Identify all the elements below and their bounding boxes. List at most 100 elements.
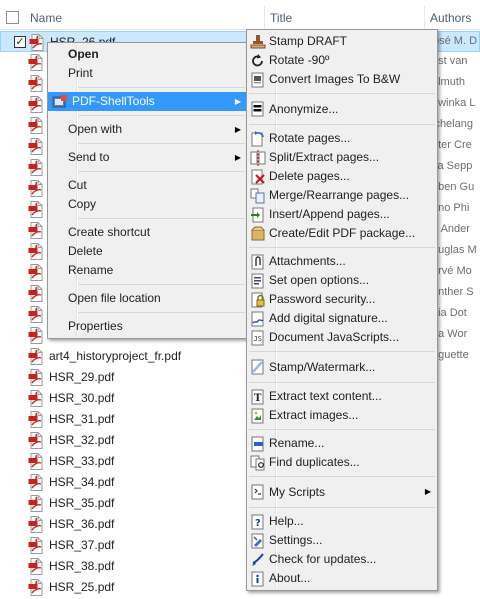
file-name: HSR_37.pdf	[49, 538, 115, 552]
menu-item-rename[interactable]: Rename	[48, 261, 247, 280]
svg-text:T: T	[254, 393, 262, 404]
menu-item-print[interactable]: Print	[48, 64, 247, 83]
submenu-item-extract-images[interactable]: Extract images...	[247, 406, 437, 425]
menu-item-label: Properties	[68, 319, 123, 333]
submenu-item-label: Stamp/Watermark...	[269, 360, 376, 374]
submenu-item-help[interactable]: ? Help...	[247, 512, 437, 531]
file-author: osé M. D	[433, 35, 478, 47]
split-icon	[250, 150, 266, 166]
submenu-item-attachments[interactable]: Attachments...	[247, 252, 437, 271]
menu-item-properties[interactable]: Properties	[48, 317, 247, 336]
pdf-file-icon	[28, 474, 44, 491]
menu-separator	[48, 308, 247, 317]
submenu-item-about[interactable]: About...	[247, 569, 437, 588]
pdf-file-icon	[28, 201, 44, 218]
menu-item-delete[interactable]: Delete	[48, 242, 247, 261]
submenu-item-my-scripts[interactable]: My Scripts ▶	[247, 481, 437, 503]
row-checkbox[interactable]: ✓	[14, 36, 26, 48]
submenu-item-label: Add digital signature...	[269, 311, 388, 325]
submenu-item-stamp-draft[interactable]: Stamp DRAFT	[247, 32, 437, 51]
pdf-file-icon	[28, 96, 44, 113]
menu-separator	[247, 472, 437, 481]
pdf-shelltools-submenu: Stamp DRAFT Rotate -90º Convert Images To …	[246, 29, 438, 591]
menu-item-create-shortcut[interactable]: Create shortcut	[48, 223, 247, 242]
context-menu: Open Print PDF-ShellTools ▶ Open with ▶ Send t…	[47, 42, 248, 339]
delete-pages-icon	[250, 169, 266, 185]
submenu-item-label: Check for updates...	[269, 552, 377, 566]
submenu-arrow-icon: ▶	[234, 97, 241, 106]
open-options-icon	[250, 273, 266, 289]
file-author: ka Sepp	[432, 160, 473, 172]
svg-text:JS: JS	[254, 335, 262, 343]
package-icon	[250, 226, 266, 242]
submenu-item-rotate-90[interactable]: Rotate -90º	[247, 51, 437, 70]
menu-item-label: Send to	[68, 150, 110, 164]
submenu-item-set-open-options[interactable]: Set open options...	[247, 271, 437, 290]
extract-images-icon	[250, 408, 266, 424]
menu-item-copy[interactable]: Copy	[48, 195, 247, 214]
submenu-item-find-duplicates[interactable]: Find duplicates...	[247, 453, 437, 472]
pdf-file-icon	[28, 495, 44, 512]
pdf-file-icon	[28, 285, 44, 302]
menu-separator	[48, 280, 247, 289]
pdf-file-icon	[28, 54, 44, 71]
submenu-item-delete-pages[interactable]: Delete pages...	[247, 167, 437, 186]
menu-item-open[interactable]: Open	[48, 45, 247, 64]
column-title[interactable]: Title	[270, 11, 292, 25]
menu-item-cut[interactable]: Cut	[48, 176, 247, 195]
submenu-item-rotate-pages[interactable]: Rotate pages...	[247, 129, 437, 148]
submenu-item-convert-images-to-b-w[interactable]: Convert Images To B&W	[247, 70, 437, 89]
column-authors[interactable]: Authors	[430, 11, 471, 25]
column-name[interactable]: Name	[30, 11, 62, 25]
menu-item-pdf-shelltools[interactable]: PDF-ShellTools ▶	[48, 92, 247, 111]
pdf-file-icon	[28, 327, 44, 344]
menu-item-label: Open with	[68, 122, 123, 136]
column-divider[interactable]	[424, 6, 425, 28]
submenu-item-anonymize[interactable]: Anonymize...	[247, 98, 437, 120]
menu-separator	[48, 167, 247, 176]
menu-item-label: Cut	[68, 178, 87, 192]
submenu-item-settings[interactable]: Settings...	[247, 531, 437, 550]
file-name: HSR_38.pdf	[49, 559, 115, 573]
submenu-item-label: Rename...	[269, 436, 325, 450]
submenu-item-label: Rotate pages...	[269, 131, 351, 145]
submenu-item-rename[interactable]: Rename...	[247, 434, 437, 453]
pdf-file-icon	[29, 34, 45, 51]
submenu-item-insert-append-pages[interactable]: Insert/Append pages...	[247, 205, 437, 224]
menu-item-send-to[interactable]: Send to ▶	[48, 148, 247, 167]
submenu-item-merge-rearrange-pages[interactable]: Merge/Rearrange pages...	[247, 186, 437, 205]
submenu-item-password-security[interactable]: Password security...	[247, 290, 437, 309]
menu-item-label: Create shortcut	[68, 225, 151, 239]
pdf-file-icon	[28, 411, 44, 428]
menu-item-label: Delete	[68, 244, 103, 258]
submenu-item-extract-text-content[interactable]: T Extract text content...	[247, 387, 437, 406]
bw-convert-icon	[250, 72, 266, 88]
menu-separator	[247, 425, 437, 434]
select-all-checkbox[interactable]	[6, 11, 19, 24]
menu-item-open-file-location[interactable]: Open file location	[48, 289, 247, 308]
submenu-item-add-digital-signature[interactable]: Add digital signature...	[247, 309, 437, 328]
file-author: ünther S	[432, 286, 474, 298]
submenu-item-stamp-watermark[interactable]: Stamp/Watermark...	[247, 356, 437, 378]
pdf-file-icon	[28, 348, 44, 365]
about-icon	[250, 571, 266, 587]
pdf-file-icon	[28, 453, 44, 470]
pdf-file-icon	[28, 222, 44, 239]
pdf-file-icon	[28, 264, 44, 281]
merge-icon	[250, 188, 266, 204]
submenu-item-create-edit-pdf-package[interactable]: Create/Edit PDF package...	[247, 224, 437, 243]
pdf-file-icon	[28, 180, 44, 197]
submenu-arrow-icon: ▶	[424, 487, 431, 496]
submenu-item-document-javascripts[interactable]: JS Document JavaScripts...	[247, 328, 437, 347]
menu-item-open-with[interactable]: Open with ▶	[48, 120, 247, 139]
submenu-item-split-extract-pages[interactable]: Split/Extract pages...	[247, 148, 437, 167]
submenu-item-check-for-updates[interactable]: Check for updates...	[247, 550, 437, 569]
menu-item-label: PDF-ShellTools	[72, 94, 155, 108]
file-name: HSR_35.pdf	[49, 496, 115, 510]
insert-icon	[250, 207, 266, 223]
rotate-icon	[250, 53, 266, 69]
column-divider[interactable]	[264, 6, 265, 28]
svg-text:?: ?	[255, 518, 261, 529]
submenu-item-label: Create/Edit PDF package...	[269, 226, 416, 240]
pdf-file-icon	[28, 75, 44, 92]
